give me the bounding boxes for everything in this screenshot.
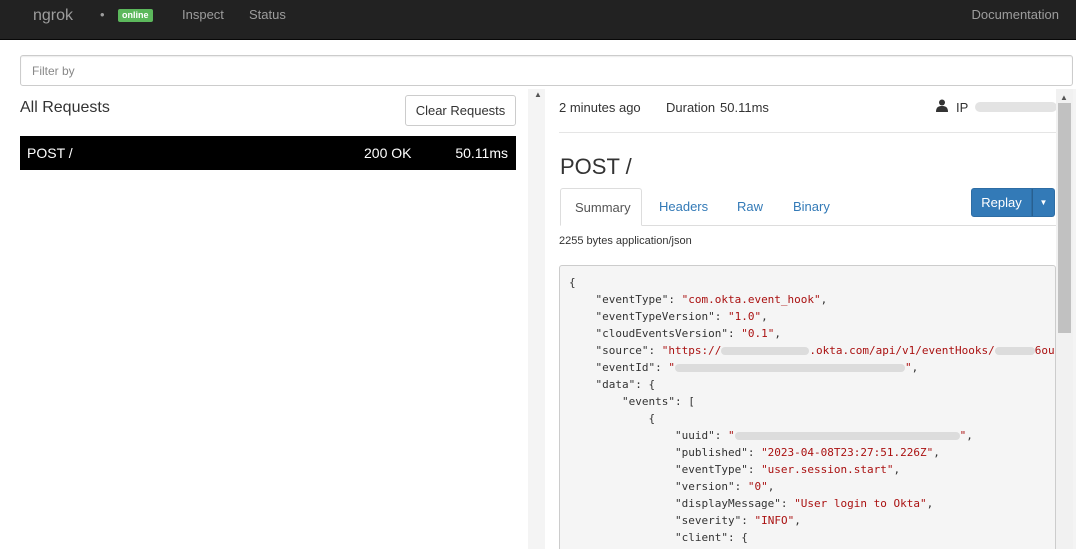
filter-input[interactable] xyxy=(20,55,1073,86)
code-line: "events": [ xyxy=(621,395,695,408)
brand-logo[interactable]: ngrok xyxy=(33,7,73,25)
tab-summary[interactable]: Summary xyxy=(560,188,642,226)
code-line: "eventId": " ", xyxy=(595,361,919,374)
code-line: "eventType": "user.session.start", xyxy=(674,463,901,476)
nav-link-documentation[interactable]: Documentation xyxy=(972,7,1059,22)
code-line: "cloudEventsVersion": "0.1", xyxy=(595,327,781,340)
request-status: 200 OK xyxy=(364,145,412,161)
request-duration: 50.11ms xyxy=(455,145,508,161)
tab-raw[interactable]: Raw xyxy=(723,188,777,226)
redacted-text xyxy=(994,347,1035,355)
code-line: "eventTypeVersion": "1.0", xyxy=(595,310,768,323)
code-line: "uuid": " ", xyxy=(674,429,973,442)
triangle-up-icon[interactable]: ▲ xyxy=(534,90,542,99)
user-icon xyxy=(936,99,948,112)
request-time-ago: 2 minutes ago xyxy=(559,100,641,115)
code-line: { xyxy=(648,412,656,425)
clear-requests-button[interactable]: Clear Requests xyxy=(405,95,516,126)
top-navbar: ngrok • online Inspect Status Documentat… xyxy=(0,0,1076,40)
code-line: "displayMessage": "User login to Okta", xyxy=(674,497,934,510)
status-badge: online xyxy=(118,9,153,22)
scrollbar-thumb[interactable] xyxy=(1058,103,1071,333)
code-line: "client": { xyxy=(674,531,748,544)
detail-scrollbar[interactable]: ▲ xyxy=(1056,89,1073,549)
caret-down-icon[interactable]: ▼ xyxy=(1032,188,1055,217)
replay-button[interactable]: Replay xyxy=(971,188,1032,217)
request-row[interactable]: POST / 200 OK 50.11ms xyxy=(20,136,516,170)
redacted-text xyxy=(721,347,810,355)
code-line: "eventType": "com.okta.event_hook", xyxy=(595,293,828,306)
redacted-text xyxy=(674,364,905,372)
duration-value: 50.11ms xyxy=(720,100,769,115)
ip-label: IP xyxy=(956,100,969,115)
request-method-path: POST / xyxy=(27,145,73,161)
content-meta: 2255 bytes application/json xyxy=(559,235,692,247)
code-line: "severity": "INFO", xyxy=(674,514,801,527)
all-requests-heading: All Requests xyxy=(20,99,110,116)
scroll-up-icon[interactable]: ▲ xyxy=(1060,93,1068,102)
code-line: "published": "2023-04-08T23:27:51.226Z", xyxy=(674,446,940,459)
json-body: { "eventType": "com.okta.event_hook", "e… xyxy=(559,265,1056,549)
tab-binary[interactable]: Binary xyxy=(779,188,844,226)
ip-redacted xyxy=(975,102,1057,112)
code-line: { xyxy=(569,276,576,289)
request-title: POST / xyxy=(560,154,632,179)
meta-divider xyxy=(559,132,1056,133)
nav-separator-dot: • xyxy=(100,7,105,22)
nav-link-status[interactable]: Status xyxy=(249,7,286,22)
code-line: "source": "https://.okta.com/api/v1/even… xyxy=(595,344,1056,357)
tab-headers[interactable]: Headers xyxy=(645,188,722,226)
code-line: "data": { xyxy=(595,378,656,391)
duration-label: Duration xyxy=(666,100,716,115)
redacted-text xyxy=(734,432,960,440)
code-line: "version": "0", xyxy=(674,480,775,493)
request-detail: 2 minutes ago Duration 50.11ms IP POST /… xyxy=(545,89,1057,549)
nav-link-inspect[interactable]: Inspect xyxy=(182,7,224,22)
